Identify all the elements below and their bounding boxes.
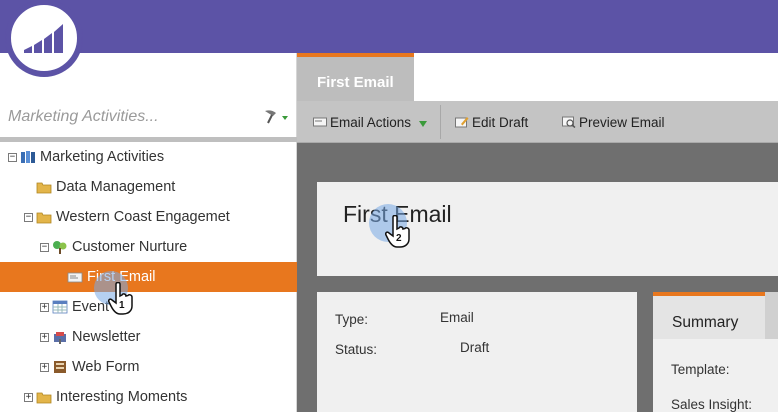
tree-item-label: Data Management: [56, 179, 176, 195]
edit-icon: [455, 116, 469, 128]
tree-item-label: Newsletter: [72, 329, 141, 345]
tree-item-customer-nurture[interactable]: − Customer Nurture: [0, 232, 297, 262]
folder-icon: [36, 180, 52, 194]
preview-icon: [562, 116, 576, 129]
tab-first-email[interactable]: First Email: [297, 53, 414, 101]
tree-item-interesting-moments[interactable]: + Interesting Moments: [0, 382, 297, 412]
collapse-icon[interactable]: −: [40, 242, 49, 252]
marketing-activities-icon: [20, 150, 36, 164]
web-form-icon: [52, 360, 68, 374]
edit-draft-label: Edit Draft: [472, 114, 529, 130]
step-badge-2: 2: [396, 233, 402, 244]
search-input[interactable]: Marketing Activities...: [8, 108, 159, 126]
toolbar-divider: [440, 105, 441, 139]
tree-item-web-form[interactable]: + Web Form: [0, 352, 297, 382]
tree-item-newsletter[interactable]: + Newsletter: [0, 322, 297, 352]
type-value: Email: [440, 310, 474, 325]
sales-insight-label: Sales Insight:: [671, 397, 753, 412]
tree-item-western-coast[interactable]: − Western Coast Engagemet: [0, 202, 297, 232]
email-info-card: Type: Email Status: Draft: [317, 292, 637, 412]
summary-tab-strip: [765, 292, 778, 339]
email-actions-button[interactable]: Email Actions: [313, 101, 428, 143]
tab-label: First Email: [317, 74, 394, 91]
tree-item-label: Marketing Activities: [40, 149, 165, 165]
folder-icon: [36, 390, 52, 404]
tree-item-first-email[interactable]: First Email: [0, 262, 297, 292]
expand-icon[interactable]: +: [40, 332, 49, 342]
tree-item-label: Western Coast Engagemet: [56, 209, 230, 225]
tree-item-label: Interesting Moments: [56, 389, 188, 405]
type-label: Type:: [335, 312, 369, 327]
tree-item-event[interactable]: + Event: [0, 292, 297, 322]
filter-icon[interactable]: [262, 108, 292, 126]
tree-item-label: Web Form: [72, 359, 140, 375]
collapse-icon[interactable]: −: [24, 212, 33, 222]
edit-draft-button[interactable]: Edit Draft: [455, 101, 528, 143]
folder-icon: [36, 210, 52, 224]
step-badge-1: 1: [119, 300, 125, 311]
program-icon: [52, 240, 68, 254]
tree-item-label: Customer Nurture: [72, 239, 188, 255]
tree-item-marketing-activities[interactable]: − Marketing Activities: [0, 142, 297, 172]
tab-summary[interactable]: Summary: [653, 292, 765, 339]
status-value: Draft: [460, 340, 490, 355]
dropdown-arrow-icon: [419, 115, 428, 130]
marketo-logo-icon[interactable]: [6, 0, 82, 76]
newsletter-icon: [52, 330, 68, 344]
toolbar: Email Actions Edit Draft Preview Email: [297, 101, 778, 143]
summary-tab-label: Summary: [672, 314, 739, 331]
email-actions-label: Email Actions: [330, 114, 412, 130]
preview-email-label: Preview Email: [579, 114, 665, 130]
event-icon: [52, 300, 68, 314]
expand-icon[interactable]: +: [40, 302, 49, 312]
top-bar: [0, 0, 778, 53]
template-label: Template:: [671, 362, 730, 377]
email-icon: [67, 270, 83, 284]
collapse-icon[interactable]: −: [8, 152, 17, 162]
status-label: Status:: [335, 342, 378, 357]
email-icon: [313, 116, 327, 128]
expand-icon[interactable]: +: [40, 362, 49, 372]
tree-item-data-management[interactable]: Data Management: [0, 172, 297, 202]
preview-email-button[interactable]: Preview Email: [562, 101, 665, 143]
expand-icon[interactable]: +: [24, 392, 33, 402]
